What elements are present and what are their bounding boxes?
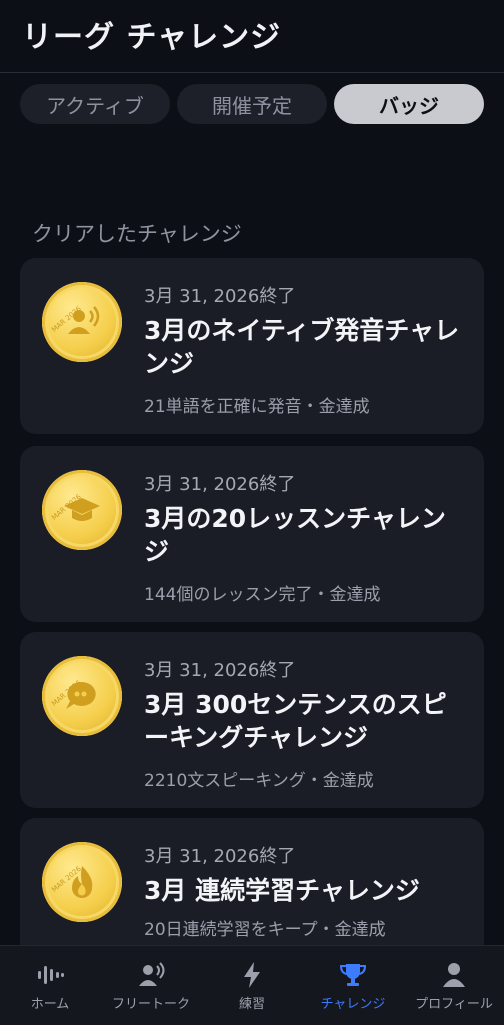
speech-bubble-icon [66, 681, 96, 709]
nav-free-talk[interactable]: フリートーク [101, 946, 201, 1025]
challenge-card[interactable]: MAR 2026 3月 31, 2026終了 3月のネイティブ発音チャレンジ 2… [20, 258, 484, 434]
challenge-date: 3月 31, 2026終了 [144, 846, 296, 867]
bottom-nav: ホーム フリートーク 練習 チャレンジ プロフィール [0, 945, 504, 1025]
person-speaking-icon [139, 962, 165, 986]
challenge-card[interactable]: MAR 2026 3月 31, 2026終了 3月 連続学習チャレンジ 20日連… [20, 818, 484, 945]
tab-upcoming[interactable]: 開催予定 [177, 84, 327, 124]
gold-medal: MAR 2026 [42, 470, 122, 550]
waveform-icon [38, 966, 64, 984]
nav-profile[interactable]: プロフィール [404, 946, 504, 1025]
graduation-cap-icon [64, 498, 100, 521]
trophy-icon [339, 964, 367, 986]
section-title: クリアしたチャレンジ [32, 222, 242, 246]
nav-label: チャレンジ [320, 997, 386, 1012]
challenge-date: 3月 31, 2026終了 [144, 474, 296, 495]
flame-icon [72, 866, 93, 898]
nav-practice[interactable]: 練習 [202, 946, 302, 1025]
challenge-title: 3月のネイティブ発音チャレンジ [144, 316, 460, 378]
gold-medal: MAR 2026 [42, 842, 122, 922]
challenge-subtitle: 144個のレッスン完了・金達成 [144, 585, 381, 605]
nav-home[interactable]: ホーム [0, 946, 100, 1025]
lightning-icon [244, 962, 260, 988]
person-icon [443, 963, 465, 987]
tab-bar: アクティブ 開催予定 バッジ [20, 84, 484, 124]
challenge-subtitle: 2210文スピーキング・金達成 [144, 771, 374, 791]
challenge-card[interactable]: MAR 2026 3月 31, 2026終了 3月の20レッスンチャレンジ 14… [20, 446, 484, 622]
challenge-title: 3月の20レッスンチャレンジ [144, 504, 446, 566]
nav-label: ホーム [30, 997, 70, 1012]
challenge-card[interactable]: MAR 2026 3月 31, 2026終了 3月 300センテンスのスピーキン… [20, 632, 484, 808]
challenge-date: 3月 31, 2026終了 [144, 286, 296, 307]
challenge-date: 3月 31, 2026終了 [144, 660, 296, 681]
nav-label: フリートーク [111, 997, 190, 1012]
tab-active[interactable]: アクティブ [20, 84, 170, 124]
tab-badges[interactable]: バッジ [334, 84, 484, 124]
challenge-list[interactable]: アクティブ 開催予定 バッジ クリアしたチャレンジ MAR 2026 3月 31… [0, 0, 504, 945]
challenge-subtitle: 21単語を正確に発音・金達成 [144, 397, 370, 417]
gold-medal: MAR 2026 [42, 656, 122, 736]
challenge-title: 3月 連続学習チャレンジ [144, 876, 420, 905]
challenge-title: 3月 300センテンスのスピーキングチャレンジ [144, 690, 447, 752]
nav-label: プロフィール [415, 997, 493, 1012]
nav-label: 練習 [238, 997, 265, 1012]
nav-challenge[interactable]: チャレンジ [303, 946, 403, 1025]
challenge-subtitle: 20日連続学習をキープ・金達成 [144, 920, 386, 940]
person-speaking-icon [68, 306, 100, 334]
gold-medal: MAR 2026 [42, 282, 122, 362]
